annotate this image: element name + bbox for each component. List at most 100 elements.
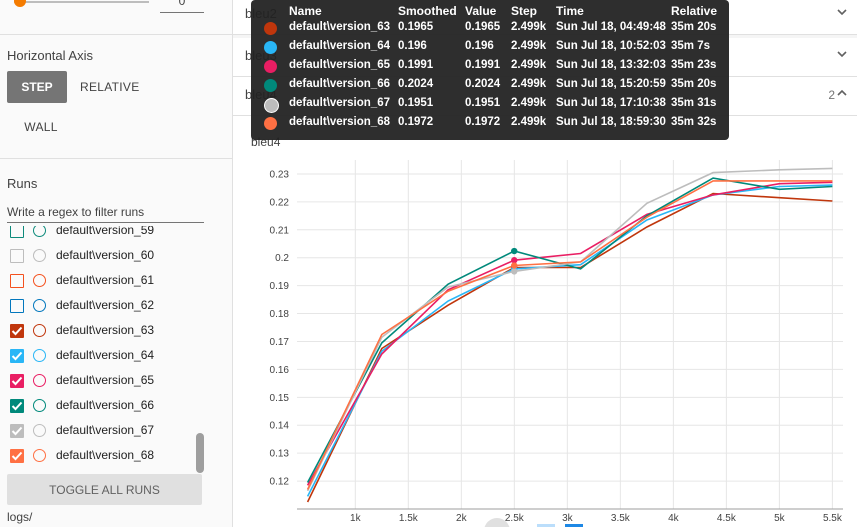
checkbox-checked[interactable] <box>10 449 24 463</box>
slider-track[interactable] <box>14 1 149 3</box>
tooltip-value-cell: 0.1991 <box>465 59 501 71</box>
checkbox-checked[interactable] <box>10 349 24 363</box>
tooltip-value-cell: 0.1965 <box>465 21 501 33</box>
smoothing-slider[interactable]: 0 <box>0 0 232 20</box>
x-tick-label: 4.5k <box>717 513 737 524</box>
tooltip-relative-cell: 35m 20s <box>671 78 717 90</box>
run-color-circle-icon[interactable] <box>33 226 46 237</box>
run-row[interactable]: default\version_59 <box>10 226 200 242</box>
tooltip-time-cell: Sun Jul 18, 17:10:38 <box>556 97 666 109</box>
tooltip-header-smoothed: Smoothed <box>398 4 457 18</box>
tooltip-smoothed-cell: 0.1991 <box>398 59 434 71</box>
run-color-circle-icon[interactable] <box>33 449 46 462</box>
tooltip-header-step: Step <box>511 4 538 18</box>
checkmark-icon <box>11 376 23 386</box>
run-color-circle-icon[interactable] <box>33 274 46 287</box>
x-tick-label: 1k <box>350 513 362 524</box>
slider-thumb[interactable] <box>14 0 26 7</box>
run-color-circle-icon[interactable] <box>33 299 46 312</box>
checkbox-unchecked[interactable] <box>10 249 24 263</box>
tooltip-header-value: Value <box>465 4 497 18</box>
run-row[interactable]: default\version_65 <box>10 372 200 392</box>
checkbox-unchecked[interactable] <box>10 299 24 313</box>
chart-toolbar-icons[interactable] <box>483 517 593 527</box>
chevron-down-icon[interactable] <box>835 47 849 61</box>
run-label: default\version_60 <box>56 248 155 262</box>
checkbox-checked[interactable] <box>10 424 24 438</box>
run-list-scrollbar[interactable] <box>196 433 204 473</box>
series-color-dot <box>264 79 277 92</box>
run-row[interactable]: default\version_61 <box>10 272 200 292</box>
tooltip-smoothed-cell: 0.1965 <box>398 21 434 33</box>
tooltip-step-cell: 2.499k <box>511 59 547 71</box>
tooltip-time-cell: Sun Jul 18, 13:32:03 <box>556 59 666 71</box>
run-row[interactable]: default\version_66 <box>10 397 200 417</box>
relative-button[interactable]: RELATIVE <box>74 71 142 103</box>
checkbox-checked[interactable] <box>10 324 24 338</box>
smoothing-value-input[interactable]: 0 <box>160 0 204 13</box>
run-label: default\version_62 <box>56 298 155 312</box>
run-label: default\version_66 <box>56 398 155 412</box>
y-tick-label: 0.22 <box>270 197 290 208</box>
tooltip-header-time: Time <box>556 4 584 18</box>
sidebar: 0 Horizontal Axis STEP RELATIVE WALL Run… <box>0 0 233 527</box>
tooltip-name-cell: default\version_67 <box>289 97 390 109</box>
tooltip-relative-cell: 35m 20s <box>671 21 717 33</box>
run-label: default\version_59 <box>56 226 155 237</box>
run-row[interactable]: default\version_63 <box>10 322 200 342</box>
horizontal-axis-label: Horizontal Axis <box>7 48 93 63</box>
run-color-circle-icon[interactable] <box>33 349 46 362</box>
run-color-circle-icon[interactable] <box>33 324 46 337</box>
fit-domain-icon <box>484 518 510 527</box>
run-label: default\version_64 <box>56 348 155 362</box>
highlight-point <box>511 268 518 275</box>
tooltip-header-relative: Relative <box>671 4 718 18</box>
line-chart[interactable]: 0.12 0.13 0.14 0.15 0.16 0.17 0.18 0.19 0.2 0.21 0… <box>233 116 857 527</box>
toggle-all-runs-button[interactable]: TOGGLE ALL RUNS <box>7 474 202 505</box>
y-tick-label: 0.2 <box>275 253 289 264</box>
run-filter-input[interactable] <box>7 202 204 223</box>
chevron-down-icon[interactable] <box>835 5 849 19</box>
tooltip-value-cell: 0.1972 <box>465 116 501 128</box>
run-row[interactable]: default\version_67 <box>10 422 200 442</box>
series-line <box>306 177 833 483</box>
x-tick-label: 1.5k <box>399 513 419 524</box>
checkmark-icon <box>11 401 23 411</box>
highlight-point <box>511 262 518 269</box>
run-label: default\version_63 <box>56 323 155 337</box>
step-button[interactable]: STEP <box>7 71 67 103</box>
x-tick-label: 2k <box>456 513 468 524</box>
y-tick-label: 0.13 <box>270 449 290 460</box>
tooltip-time-cell: Sun Jul 18, 15:20:59 <box>556 78 666 90</box>
run-color-circle-icon[interactable] <box>33 374 46 387</box>
series-line <box>306 167 833 492</box>
checkbox-unchecked[interactable] <box>10 226 24 238</box>
checkbox-checked[interactable] <box>10 399 24 413</box>
run-row[interactable]: default\version_60 <box>10 247 200 267</box>
run-label: default\version_61 <box>56 273 155 287</box>
series-color-dot <box>264 117 277 130</box>
tooltip-name-cell: default\version_66 <box>289 78 390 90</box>
tooltip-relative-cell: 35m 31s <box>671 97 717 109</box>
series-color-dot <box>264 22 277 35</box>
divider <box>0 34 232 35</box>
checkbox-checked[interactable] <box>10 374 24 388</box>
run-row[interactable]: default\version_68 <box>10 447 200 467</box>
chevron-up-icon[interactable] <box>835 86 849 100</box>
run-color-circle-icon[interactable] <box>33 399 46 412</box>
run-row[interactable]: default\version_64 <box>10 347 200 367</box>
run-color-circle-icon[interactable] <box>33 249 46 262</box>
series-line <box>306 180 833 490</box>
tooltip-step-cell: 2.499k <box>511 97 547 109</box>
run-row[interactable]: default\version_62 <box>10 297 200 317</box>
run-color-circle-icon[interactable] <box>33 424 46 437</box>
card-count-badge: 2 <box>828 88 835 102</box>
wall-button[interactable]: WALL <box>12 111 70 143</box>
tooltip-smoothed-cell: 0.196 <box>398 40 427 52</box>
y-tick-label: 0.21 <box>270 225 290 236</box>
tooltip-smoothed-cell: 0.1951 <box>398 97 434 109</box>
tooltip-name-cell: default\version_68 <box>289 116 390 128</box>
tooltip-time-cell: Sun Jul 18, 04:49:48 <box>556 21 666 33</box>
tooltip-name-cell: default\version_65 <box>289 59 390 71</box>
checkbox-unchecked[interactable] <box>10 274 24 288</box>
